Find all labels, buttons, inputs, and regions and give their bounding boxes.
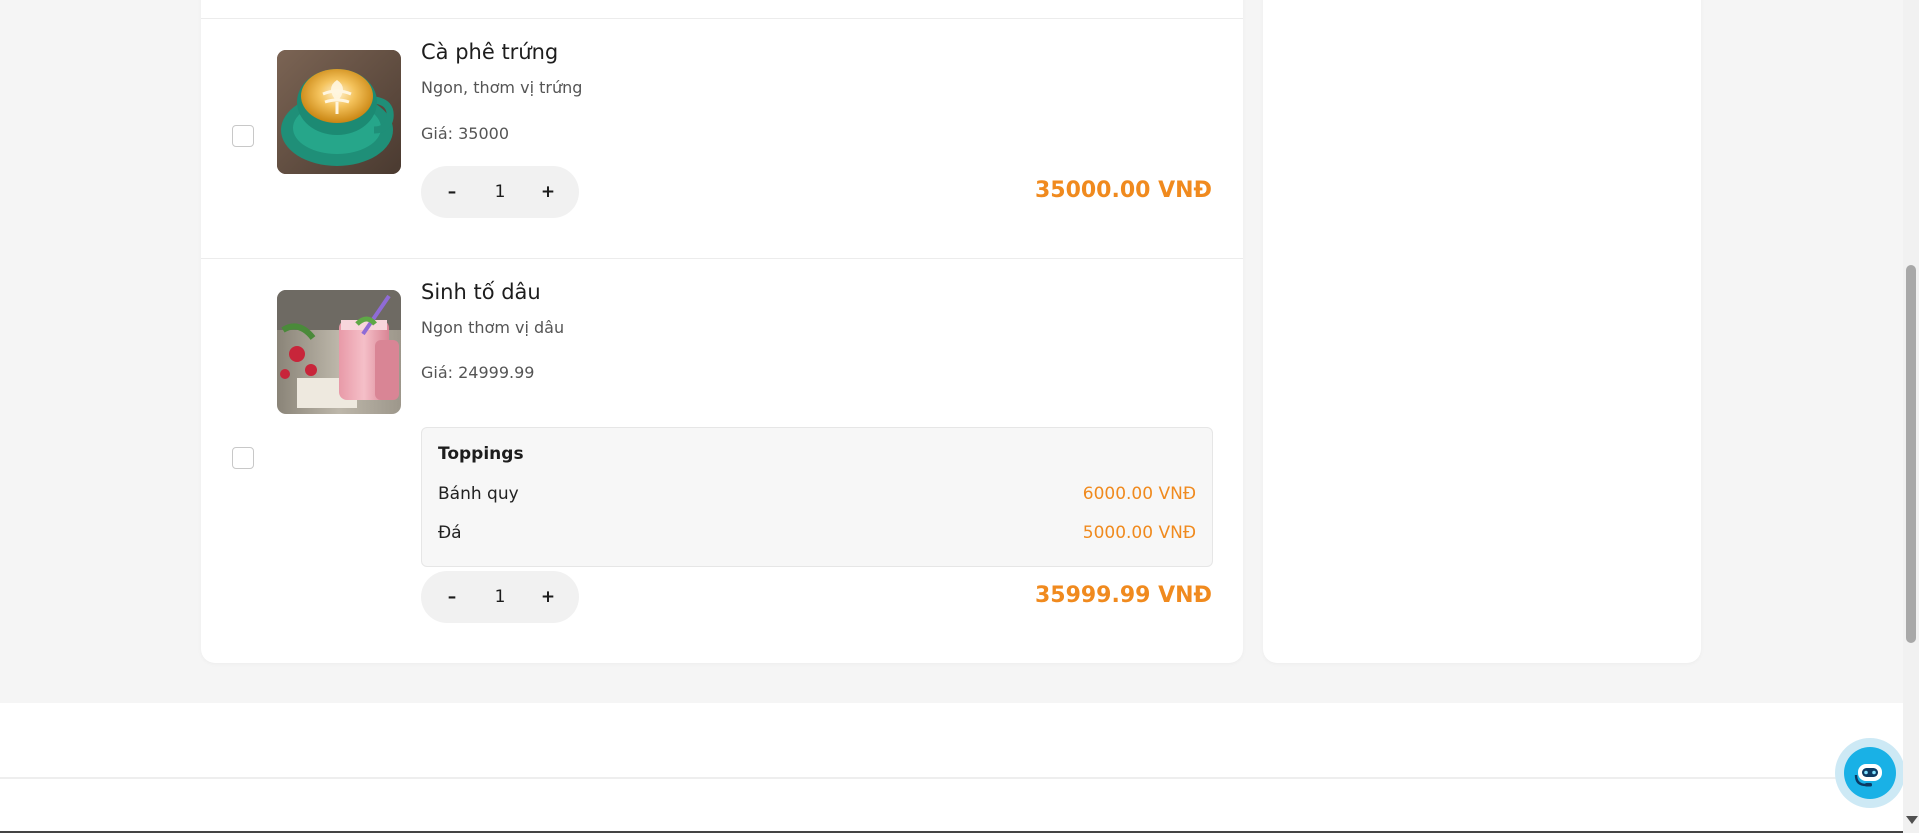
item-name: Sinh tố dâu	[421, 280, 541, 304]
row-divider	[201, 258, 1243, 259]
item-line-total: 35000.00 VNĐ	[1034, 178, 1212, 203]
item-description: Ngon, thơm vị trứng	[421, 78, 583, 97]
item-unit-price: Giá: 24999.99	[421, 363, 535, 382]
cart-items-card: Cà phê trứng Ngon, thơm vị trứng Giá: 35…	[201, 0, 1243, 663]
egg-coffee-image-svg	[277, 50, 401, 174]
select-item-checkbox[interactable]	[232, 125, 254, 147]
row-divider	[201, 18, 1243, 19]
toppings-title: Toppings	[438, 444, 524, 464]
quantity-stepper: – 1 +	[421, 166, 579, 218]
quantity-value: 1	[494, 587, 506, 607]
chat-robot-icon	[1854, 764, 1882, 787]
scroll-down-arrow-icon[interactable]	[1906, 816, 1918, 824]
quantity-value: 1	[494, 182, 506, 202]
egg-coffee-image	[277, 50, 401, 174]
quantity-stepper: – 1 +	[421, 571, 579, 623]
order-summary-panel	[1263, 0, 1701, 663]
topping-name: Đá	[438, 523, 462, 543]
topping-name: Bánh quy	[438, 484, 519, 504]
increase-quantity-button[interactable]: +	[522, 166, 574, 218]
topping-price: 5000.00 VNĐ	[1082, 523, 1196, 543]
toppings-panel: Toppings Bánh quy 6000.00 VNĐ Đá 5000.00…	[421, 427, 1213, 567]
chat-button[interactable]	[1835, 738, 1905, 808]
chat-button-inner[interactable]	[1844, 747, 1896, 799]
item-unit-price: Giá: 35000	[421, 124, 510, 143]
item-description: Ngon thơm vị dâu	[421, 318, 565, 337]
topping-price: 6000.00 VNĐ	[1082, 484, 1196, 504]
strawberry-smoothie-image-svg	[277, 290, 401, 414]
select-item-checkbox[interactable]	[232, 447, 254, 469]
item-line-total: 35999.99 VNĐ	[1034, 583, 1212, 608]
footer-divider	[0, 777, 1903, 779]
decrease-quantity-button[interactable]: –	[426, 166, 478, 218]
decrease-quantity-button[interactable]: –	[426, 571, 478, 623]
item-name: Cà phê trứng	[421, 40, 559, 64]
page-footer	[0, 703, 1903, 833]
strawberry-smoothie-image	[277, 290, 401, 414]
increase-quantity-button[interactable]: +	[522, 571, 574, 623]
scrollbar-thumb[interactable]	[1906, 265, 1916, 643]
